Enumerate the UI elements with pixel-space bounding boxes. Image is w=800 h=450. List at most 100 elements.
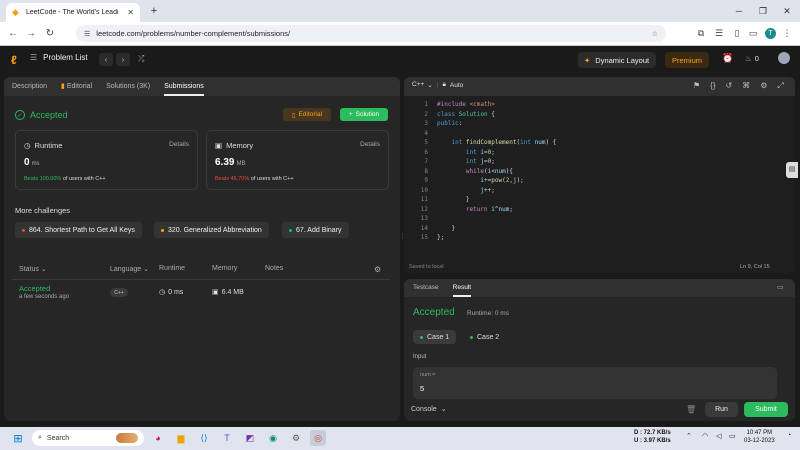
- shortcut-icon[interactable]: ⌘: [742, 81, 750, 91]
- windows-start-icon[interactable]: ⊞: [10, 430, 26, 446]
- settings-app-icon[interactable]: ⚙: [288, 430, 304, 446]
- prev-problem-button[interactable]: ‹: [99, 53, 113, 66]
- runtime-number: 0: [24, 157, 30, 168]
- case-tab-1[interactable]: Case 1: [413, 330, 457, 344]
- challenge-chip[interactable]: 864. Shortest Path to Get All Keys: [15, 222, 142, 238]
- editorial-button[interactable]: ▯ Editorial: [283, 108, 331, 121]
- volume-icon[interactable]: ◁: [716, 432, 721, 440]
- language-select[interactable]: C++ ⌄: [412, 81, 433, 89]
- network-speed: D : 72.7 KB/s U : 3.97 KB/s: [634, 429, 671, 445]
- console-toggle[interactable]: Console ⌄: [411, 405, 447, 414]
- minimize-window-button[interactable]: ─: [728, 3, 750, 19]
- bookmark-star-icon[interactable]: ☆: [652, 30, 658, 38]
- runtime-value: 0 ms: [24, 157, 40, 168]
- reload-icon[interactable]: ↻: [43, 26, 57, 40]
- chrome-icon[interactable]: ◎: [310, 430, 326, 446]
- address-bar[interactable]: ☰ leetcode.com/problems/number-complemen…: [76, 25, 666, 42]
- user-avatar[interactable]: [778, 52, 790, 64]
- sidepanel-icon[interactable]: ▯: [730, 26, 744, 40]
- vscode-icon[interactable]: ⟨⟩: [196, 430, 212, 446]
- col-language-header[interactable]: Language ⌄: [110, 265, 149, 273]
- tab-solutions[interactable]: Solutions (3K): [106, 77, 150, 96]
- memory-card[interactable]: ▣ Memory Details 6.39 MB Beats 45.70% of …: [206, 130, 389, 190]
- run-button[interactable]: Run: [705, 402, 738, 417]
- split-icon[interactable]: ▭: [746, 26, 760, 40]
- shuffle-icon[interactable]: ⤮: [138, 54, 144, 64]
- problem-list-button[interactable]: ☰ Problem List: [30, 53, 88, 62]
- code-line: 7 int j=0;: [404, 157, 795, 167]
- maximize-window-button[interactable]: ❐: [752, 3, 774, 19]
- settings-icon[interactable]: ⚙: [760, 81, 767, 91]
- next-problem-button[interactable]: ›: [116, 53, 130, 66]
- submission-status: ✓ Accepted: [15, 110, 68, 120]
- system-clock[interactable]: 10:47 PM 03-12-2023: [744, 429, 775, 445]
- submit-button[interactable]: Submit: [744, 402, 788, 417]
- code-line: 10 j++;: [404, 186, 795, 196]
- streak-counter[interactable]: ♨ 0: [745, 54, 759, 63]
- editorial-tab-icon: ▮: [61, 83, 65, 90]
- premium-button[interactable]: Premium: [665, 52, 709, 68]
- alarm-clock-icon[interactable]: ⏰: [722, 53, 733, 64]
- maximize-panel-icon[interactable]: ▭: [777, 283, 784, 291]
- back-icon[interactable]: ←: [6, 26, 20, 40]
- chevron-down-icon: ⌄: [143, 266, 149, 273]
- taskbar-search[interactable]: ⌕ Search: [32, 430, 144, 446]
- new-tab-button[interactable]: +: [146, 3, 162, 19]
- case-tab-2[interactable]: Case 2: [463, 330, 506, 344]
- col-status-header[interactable]: Status ⌄: [19, 265, 47, 273]
- challenge-chip[interactable]: 67. Add Binary: [282, 222, 349, 238]
- solution-button[interactable]: + Solution: [340, 108, 388, 121]
- extensions-icon[interactable]: ⧉: [694, 26, 708, 40]
- line-number: 14: [420, 224, 428, 232]
- notification-bell-icon[interactable]: ◔: [787, 432, 791, 439]
- wifi-icon[interactable]: ◠: [702, 432, 708, 440]
- dynamic-layout-button[interactable]: ✦ Dynamic Layout: [578, 52, 656, 68]
- browser-menu-icon[interactable]: ⋮: [780, 26, 794, 40]
- braces-icon[interactable]: {}: [710, 81, 715, 91]
- expand-icon[interactable]: ⤢: [777, 81, 783, 91]
- reset-icon[interactable]: ↺: [726, 81, 733, 91]
- browser-tab[interactable]: ◆ LeetCode - The World's Leadi ✕: [6, 3, 140, 22]
- tab-search-icon[interactable]: ☰: [712, 26, 726, 40]
- bookmark-icon[interactable]: ⚑: [693, 81, 700, 91]
- file-explorer-icon[interactable]: ▆: [173, 430, 189, 446]
- site-info-icon[interactable]: ☰: [84, 30, 90, 38]
- code-line: 2 class Solution {: [404, 110, 795, 120]
- browser-tab-title: LeetCode - The World's Leadi: [26, 9, 119, 16]
- settings-gear-icon[interactable]: ⚙: [374, 265, 381, 274]
- url-text: leetcode.com/problems/number-complement/…: [96, 29, 291, 38]
- table-divider: [12, 279, 390, 280]
- battery-icon[interactable]: ▭: [729, 432, 736, 440]
- leetcode-logo-icon[interactable]: ℓ: [11, 53, 17, 67]
- teams-icon[interactable]: T: [219, 430, 235, 446]
- tab-submissions[interactable]: Submissions: [164, 77, 204, 96]
- tab-editorial[interactable]: ▮ Editorial: [61, 77, 92, 96]
- code-line: 9 i+=pow(2,j);: [404, 176, 795, 186]
- trash-icon[interactable]: 🗑︎: [686, 405, 696, 414]
- leetcode-favicon-icon: ◆: [12, 7, 19, 17]
- runtime-details-link[interactable]: Details: [169, 141, 189, 148]
- side-note-icon[interactable]: ▤: [786, 162, 798, 178]
- tab-result[interactable]: Result: [452, 279, 472, 297]
- col-status-label: Status: [19, 266, 39, 273]
- edge-icon[interactable]: ◉: [265, 430, 281, 446]
- tab-description[interactable]: Description: [12, 77, 47, 96]
- code-area[interactable]: 1 #include <cmath> 2 class Solution { 3 pub…: [404, 100, 795, 243]
- close-tab-icon[interactable]: ✕: [127, 8, 134, 17]
- autosave-label[interactable]: Auto: [450, 82, 463, 89]
- widgets-icon[interactable]: ◕: [150, 430, 166, 446]
- row-status[interactable]: Accepted: [19, 284, 50, 293]
- search-highlight-image: [116, 433, 138, 443]
- forward-icon[interactable]: →: [24, 26, 38, 40]
- tab-testcase[interactable]: Testcase: [413, 279, 439, 297]
- memory-details-link[interactable]: Details: [360, 141, 380, 148]
- close-window-button[interactable]: ✕: [776, 3, 798, 19]
- runtime-card[interactable]: ◷ Runtime Details 0 ms Beats 100.00% of u…: [15, 130, 198, 190]
- challenge-label: 864. Shortest Path to Get All Keys: [29, 226, 135, 234]
- challenge-chip[interactable]: 320. Generalized Abbreviation: [154, 222, 269, 238]
- more-challenges-title: More challenges: [15, 206, 71, 215]
- profile-avatar[interactable]: T: [765, 28, 776, 39]
- ms-store-icon[interactable]: ◩: [242, 430, 258, 446]
- result-runtime: Runtime: 0 ms: [467, 310, 509, 317]
- tray-expand-icon[interactable]: ⌃: [686, 432, 692, 440]
